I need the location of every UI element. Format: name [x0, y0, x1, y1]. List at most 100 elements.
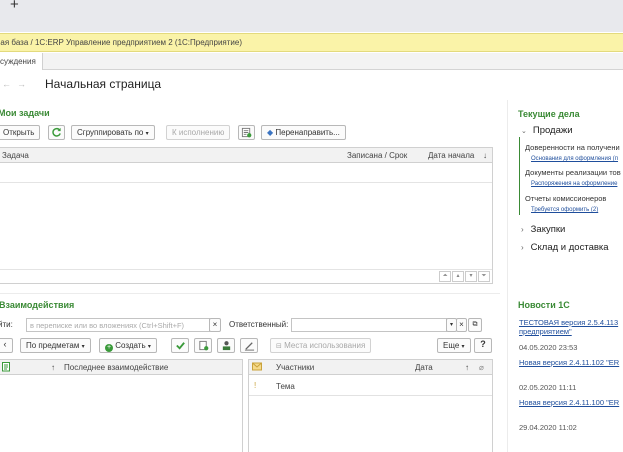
create-button[interactable]: + Создать ▾: [99, 338, 157, 353]
execute-label: К исполнению: [172, 128, 225, 137]
current-link-sales-documents[interactable]: Распоряжения на оформление: [531, 181, 617, 187]
execute-button[interactable]: К исполнению: [166, 125, 231, 140]
link-icon: ⊟: [276, 343, 282, 350]
grid-scroll-buttons: ⏶ ▴ ▾ ⏷: [439, 271, 490, 282]
group-purchases[interactable]: › Закупки: [521, 224, 565, 235]
responsible-label: Ответственный:: [229, 320, 289, 329]
news-link-1[interactable]: ТЕСТОВАЯ версия 2.5.4.113: [519, 318, 618, 327]
new-tab-button[interactable]: +: [10, 0, 19, 12]
column-last-interaction[interactable]: Последнее взаимодействие: [64, 363, 168, 372]
interactions-grid[interactable]: ↑ Последнее взаимодействие: [0, 359, 243, 452]
forward-arrow-icon[interactable]: →: [17, 79, 26, 89]
user-button[interactable]: [217, 338, 235, 353]
column-start-date[interactable]: Дата начала: [428, 151, 474, 160]
chevron-down-icon: ▾: [449, 322, 453, 328]
dropdown-arrow-icon: ▾: [147, 344, 151, 350]
page-title: Начальная страница: [45, 77, 162, 91]
copy-button[interactable]: [194, 338, 212, 353]
copy-icon: [198, 340, 208, 351]
tab-discussions[interactable]: суждения: [0, 53, 43, 70]
navigation-arrows: ← →: [2, 79, 32, 89]
redirect-icon: ◆: [267, 128, 274, 137]
news-date-1: 04.05.2020 23:53: [519, 343, 578, 352]
dropdown-arrow-icon: ▾: [461, 344, 465, 350]
user-icon: [222, 341, 230, 351]
back-button[interactable]: ‹: [0, 338, 13, 353]
sort-asc-icon[interactable]: ↑: [465, 363, 469, 372]
sort-asc-icon[interactable]: ↑: [51, 363, 55, 372]
details-grid-header: Участники Дата ↑ ⌀: [249, 359, 492, 375]
scroll-up-icon[interactable]: ▴: [452, 271, 464, 282]
column-task[interactable]: Задача: [2, 151, 29, 160]
help-button[interactable]: ?: [474, 338, 492, 353]
tasks-grid[interactable]: Задача Записана / Срок Дата начала ↓ ⏶ ▴…: [0, 147, 493, 284]
chevron-down-icon: ⌄: [521, 128, 527, 135]
news-link-2[interactable]: Новая версия 2.4.11.102 "ER: [519, 358, 619, 367]
list-button[interactable]: [238, 125, 255, 140]
news-date-3: 29.04.2020 11:02: [519, 423, 577, 432]
column-deadline[interactable]: Записана / Срок: [347, 151, 407, 160]
column-date[interactable]: Дата: [415, 363, 433, 372]
edit-button[interactable]: [240, 338, 258, 353]
search-label: йти:: [0, 320, 13, 329]
scroll-down-icon[interactable]: ▾: [465, 271, 477, 282]
usage-places-label: Места использования: [284, 341, 366, 350]
group-warehouse-label: Склад и доставка: [530, 242, 609, 253]
topic-row: ! Тема: [249, 378, 492, 396]
interactions-section-title: Взаимодействия: [0, 300, 75, 310]
open-button[interactable]: Открыть: [0, 125, 41, 140]
news-section-title: Новости 1С: [518, 300, 570, 310]
search-input[interactable]: в переписке или во вложениях (Ctrl+Shift…: [26, 318, 210, 332]
check-button[interactable]: [171, 338, 189, 353]
interaction-details-grid[interactable]: Участники Дата ↑ ⌀ ! Тема: [248, 359, 493, 452]
create-icon: +: [105, 344, 113, 352]
chevron-right-icon: ›: [521, 243, 524, 252]
tasks-grid-header: Задача Записана / Срок Дата начала ↓: [0, 147, 492, 163]
grid-row-divider: [0, 182, 492, 183]
open-button-label: Открыть: [3, 128, 35, 137]
group-by-button[interactable]: Сгруппировать по ▾: [71, 125, 155, 140]
dropdown-arrow-icon: ▾: [145, 131, 149, 137]
responsible-open-button[interactable]: ⧉: [468, 318, 482, 332]
current-section-title: Текущие дела: [518, 109, 580, 119]
by-subject-label: По предметам: [26, 341, 80, 350]
check-icon: [175, 342, 185, 350]
column-participants[interactable]: Участники: [276, 363, 314, 372]
list-icon: [241, 127, 252, 138]
group-warehouse[interactable]: › Склад и доставка: [521, 242, 609, 253]
scroll-last-icon[interactable]: ⏷: [478, 271, 490, 282]
group-sales-label: Продажи: [532, 125, 573, 136]
current-link-power-of-attorney[interactable]: Основания для оформления (п: [531, 156, 618, 162]
chevron-left-icon: ‹: [3, 339, 7, 349]
grid-footer-divider: [0, 269, 492, 270]
open-link-icon: ⧉: [472, 321, 478, 328]
current-link-commission-reports[interactable]: Требуется оформить (2): [531, 207, 598, 213]
redirect-button[interactable]: ◆ Перенаправить...: [261, 125, 346, 140]
column-topic[interactable]: Тема: [276, 382, 295, 391]
news-link-3[interactable]: Новая версия 2.4.11.100 "ER: [519, 398, 619, 407]
refresh-button[interactable]: [48, 125, 65, 140]
usage-places-button[interactable]: ⊟ Места использования: [270, 338, 372, 353]
responsible-clear-button[interactable]: ×: [456, 318, 467, 332]
search-clear-button[interactable]: ×: [209, 318, 221, 332]
sort-desc-icon[interactable]: ↓: [483, 151, 487, 160]
chevron-right-icon: ›: [521, 225, 524, 234]
dropdown-arrow-icon: ▾: [81, 344, 85, 350]
app-title-bar: ная база / 1С:ERP Управление предприятие…: [0, 33, 623, 52]
list-icon: [2, 362, 11, 374]
group-sales[interactable]: ⌄ Продажи: [521, 125, 573, 136]
refresh-icon: [52, 127, 61, 137]
news-date-2: 02.05.2020 11:11: [519, 383, 577, 392]
tasks-section-title: Мои задачи: [0, 108, 50, 118]
group-purchases-label: Закупки: [530, 224, 566, 235]
back-arrow-icon[interactable]: ←: [2, 79, 11, 89]
interactions-grid-header: ↑ Последнее взаимодействие: [0, 359, 242, 375]
by-subject-button[interactable]: По предметам ▾: [20, 338, 91, 353]
section-divider: [0, 293, 500, 294]
more-button[interactable]: Еще ▾: [437, 338, 471, 353]
open-windows-bar: суждения: [0, 53, 623, 70]
window-title: ная база / 1С:ERP Управление предприятие…: [0, 38, 242, 47]
scroll-first-icon[interactable]: ⏶: [439, 271, 451, 282]
responsible-field[interactable]: [291, 318, 447, 332]
news-link-1-cont[interactable]: предприятием": [519, 327, 572, 336]
